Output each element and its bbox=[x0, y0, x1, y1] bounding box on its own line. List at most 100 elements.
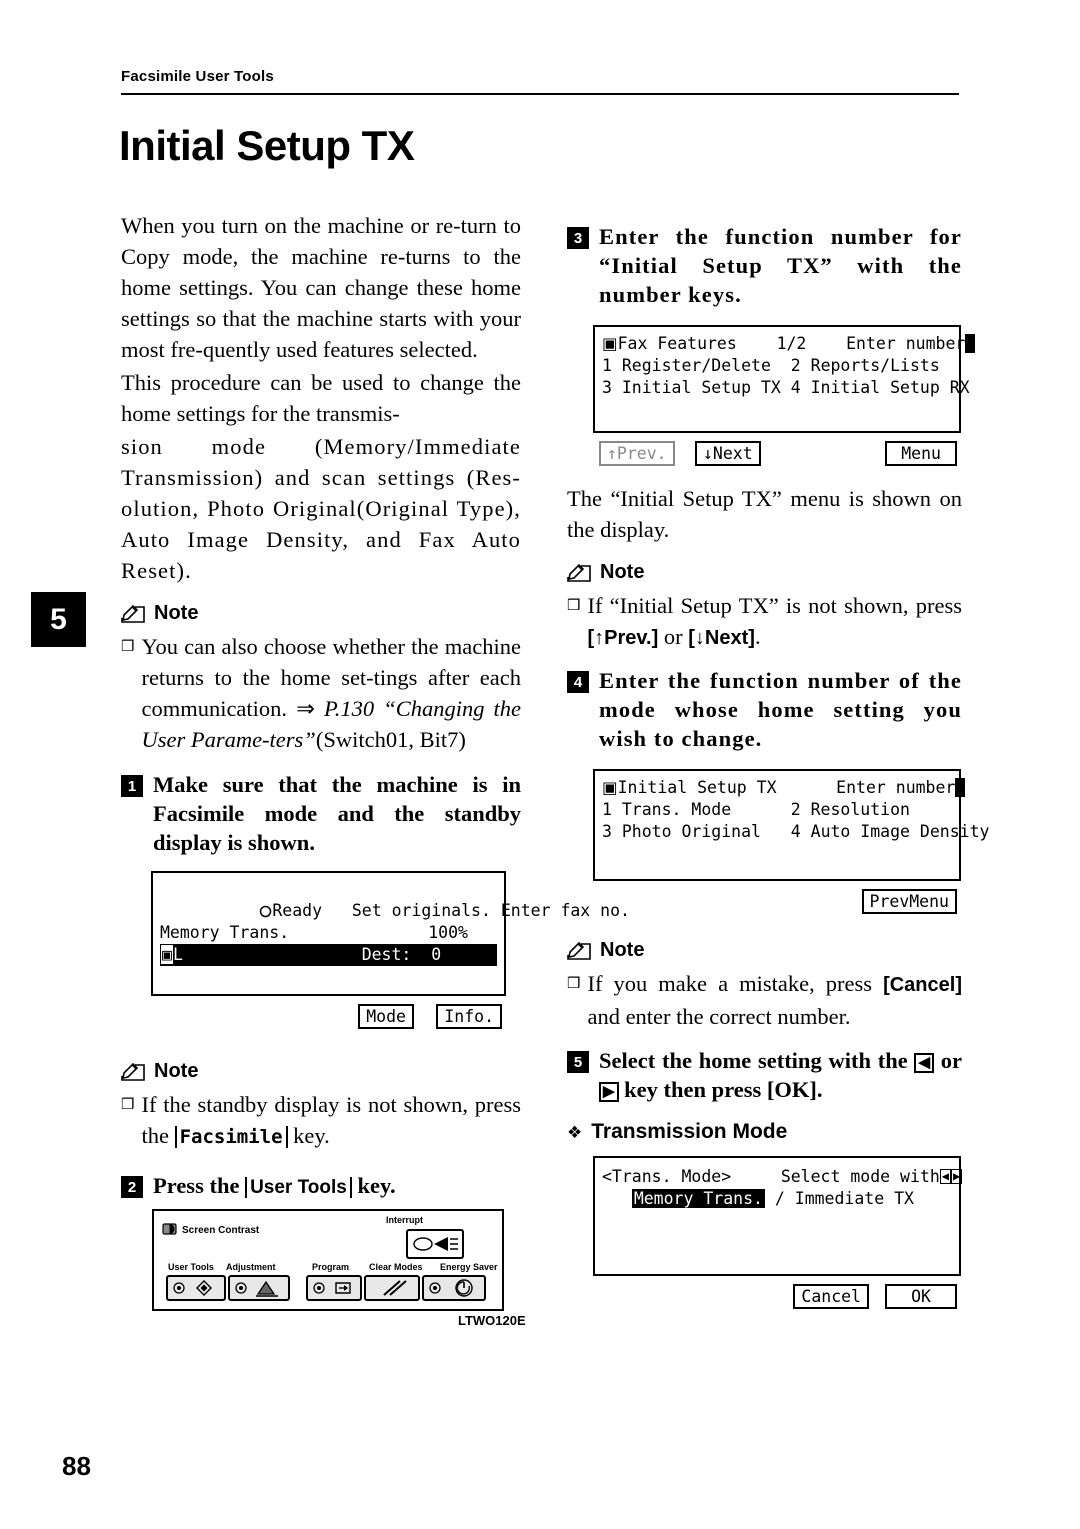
note-4-text-b: and enter the correct number. bbox=[587, 1004, 851, 1029]
right-column: 3 Enter the function number for “Initial… bbox=[567, 222, 989, 1312]
note-pencil-icon bbox=[121, 1062, 145, 1081]
facsimile-key[interactable]: Facsimile bbox=[174, 1126, 288, 1148]
lcd4-title-left: <Trans. Mode> bbox=[602, 1167, 732, 1186]
step-2-text-a: Press the bbox=[153, 1173, 246, 1198]
lcd2-row2-left[interactable]: 3 Initial Setup TX bbox=[602, 378, 781, 397]
lcd1-button-row: Mode Info. bbox=[151, 1004, 506, 1030]
note-2: ❒ If the standby display is not shown, p… bbox=[121, 1089, 521, 1153]
step-1-number: 1 bbox=[121, 775, 143, 797]
lcd2-row-2: 3 Initial Setup TX 4 Initial Setup RX bbox=[602, 377, 970, 399]
lcd1-dest: Dest: 0 bbox=[361, 945, 442, 964]
lcd-initial-setup-screen: ▣Initial Setup TX Enter number 1 Trans. … bbox=[593, 769, 989, 881]
lcd-fax-features-figure: ▣Fax Features 1/2 Enter number 1 Registe… bbox=[593, 325, 976, 469]
diamond-bullet-icon: ❖ bbox=[567, 1123, 583, 1143]
note-label: Note bbox=[154, 602, 199, 624]
note-bullet-icon: ❒ bbox=[567, 596, 581, 614]
lcd1-ready-label: Ready bbox=[272, 901, 323, 920]
lcd3-title-left: Initial Setup TX bbox=[617, 778, 777, 797]
note-bullet-icon: ❒ bbox=[567, 974, 581, 992]
lcd2-row-1: 1 Register/Delete 2 Reports/Lists bbox=[602, 355, 952, 377]
lcd3-prevmenu-button[interactable]: PrevMenu bbox=[861, 889, 957, 914]
energy-saver-key[interactable] bbox=[422, 1275, 486, 1301]
adjustment-label: Adjustment bbox=[226, 1262, 276, 1272]
lcd4-cancel-button[interactable]: Cancel bbox=[793, 1284, 869, 1309]
lcd2-row2-right[interactable]: 4 Initial Setup RX bbox=[791, 378, 970, 397]
transmission-mode-subhead: ❖ Transmission Mode bbox=[567, 1120, 962, 1144]
lcd4-other-option[interactable]: / Immediate TX bbox=[765, 1189, 914, 1208]
note-label: Note bbox=[154, 1060, 199, 1082]
prev-key-label: ↑Prev. bbox=[594, 627, 652, 649]
note-label: Note bbox=[600, 561, 645, 583]
lcd3-cursor bbox=[955, 778, 966, 797]
lcd1-line-4 bbox=[160, 966, 497, 988]
lcd4-right-arrow-icon: ▶ bbox=[951, 1169, 963, 1184]
lcd2-prev-button[interactable]: ↑Prev. bbox=[599, 441, 675, 466]
intro-paragraph-1: When you turn on the machine or re-turn … bbox=[121, 213, 521, 362]
lcd3-title-line: ▣Initial Setup TX Enter number bbox=[602, 777, 966, 799]
prev-key[interactable]: [↑Prev.] bbox=[587, 627, 658, 649]
control-panel-figure: Screen Contrast Interrupt User Tools Adj… bbox=[152, 1209, 504, 1311]
lcd4-selection-line: Memory Trans. / Immediate TX bbox=[602, 1188, 952, 1210]
lcd-trans-mode-screen: <Trans. Mode> Select mode with ◀ ▶ Memory … bbox=[593, 1156, 963, 1276]
after-lcd2-text: The “Initial Setup TX” menu is shown on … bbox=[567, 486, 962, 542]
document-page: Facsimile User Tools Initial Setup TX 5 … bbox=[0, 0, 1080, 1529]
lcd4-ok-button[interactable]: OK bbox=[885, 1284, 957, 1309]
next-key[interactable]: [↓Next] bbox=[688, 627, 755, 649]
user-tools-key[interactable]: User Tools bbox=[245, 1177, 352, 1198]
note-3: ❒ If “Initial Setup TX” is not shown, pr… bbox=[567, 590, 962, 654]
note-pencil-icon bbox=[121, 604, 145, 623]
lcd1-mode-button[interactable]: Mode bbox=[358, 1004, 414, 1029]
header-rule bbox=[121, 93, 959, 95]
lcd2-row1-right[interactable]: 2 Reports/Lists bbox=[791, 356, 940, 375]
left-arrow-key[interactable]: ◀ bbox=[914, 1053, 934, 1073]
lcd2-next-button[interactable]: ↓Next bbox=[695, 441, 761, 466]
note-2-text-b: key. bbox=[293, 1123, 330, 1148]
lcd3-button-row: PrevMenu bbox=[593, 889, 961, 917]
transmission-mode-label: Transmission Mode bbox=[591, 1120, 788, 1143]
lcd2-menu-button[interactable]: Menu bbox=[885, 441, 957, 466]
clear-modes-key[interactable] bbox=[364, 1275, 420, 1301]
lcd-standby-figure: Ready Set originals. Enter fax no. Memor… bbox=[151, 871, 630, 1030]
note-heading-3: Note bbox=[567, 561, 962, 584]
program-label: Program bbox=[312, 1262, 350, 1272]
lcd-initial-setup-figure: ▣Initial Setup TX Enter number 1 Trans. … bbox=[593, 769, 989, 917]
step-3-text: Enter the function number for “Initial S… bbox=[599, 224, 962, 307]
cancel-key[interactable]: [Cancel] bbox=[883, 974, 962, 996]
program-key[interactable] bbox=[306, 1275, 362, 1301]
lcd1-mode-label: Memory Trans. bbox=[160, 923, 290, 942]
step-1-text: Make sure that the machine is in Facsimi… bbox=[153, 772, 521, 855]
lcd3-title-icon: ▣ bbox=[602, 778, 618, 797]
lcd-trans-mode-figure: <Trans. Mode> Select mode with ◀ ▶ Memory … bbox=[593, 1156, 963, 1312]
lcd4-selected-option[interactable]: Memory Trans. bbox=[631, 1189, 765, 1208]
lcd3-row-2: 3 Photo Original 4 Auto Image Density bbox=[602, 821, 989, 843]
step-5: 5 Select the home setting with the ◀ or … bbox=[567, 1046, 962, 1104]
lcd4-button-row: Cancel OK bbox=[593, 1284, 961, 1312]
note-3-text-c: . bbox=[754, 624, 761, 649]
step-5-text: Select the home setting with the ◀ or ▶ … bbox=[599, 1046, 962, 1104]
step-5-text-b: or bbox=[934, 1048, 962, 1073]
lcd3-row2-left[interactable]: 3 Photo Original bbox=[602, 822, 761, 841]
step-3: 3 Enter the function number for “Initial… bbox=[567, 222, 962, 309]
user-tools-key[interactable] bbox=[166, 1275, 226, 1301]
lcd3-row1-left[interactable]: 1 Trans. Mode bbox=[602, 800, 731, 819]
step-2-text: Press the User Tools key. bbox=[153, 1171, 521, 1202]
interrupt-key[interactable] bbox=[406, 1229, 464, 1259]
left-column: When you turn on the machine or re-turn … bbox=[121, 210, 630, 1202]
note-heading-4: Note bbox=[567, 939, 962, 962]
lcd2-row1-left[interactable]: 1 Register/Delete bbox=[602, 356, 771, 375]
note-4-text-a: If you make a mistake, press bbox=[587, 971, 884, 996]
step-3-number: 3 bbox=[567, 227, 589, 249]
lcd4-blank-2 bbox=[602, 1232, 952, 1254]
step-2-text-b: key. bbox=[351, 1173, 396, 1198]
note-3-text: If “Initial Setup TX” is not shown, pres… bbox=[587, 590, 962, 654]
lcd1-percent: 100% bbox=[428, 923, 468, 942]
lcd3-row1-right[interactable]: 2 Resolution bbox=[791, 800, 910, 819]
lcd1-line-1: Ready Set originals. Enter fax no. bbox=[160, 878, 630, 922]
lcd2-page-indicator: 1/2 bbox=[776, 334, 807, 353]
lcd3-row2-right[interactable]: 4 Auto Image Density bbox=[791, 822, 990, 841]
note-4-text: If you make a mistake, press [Cancel] an… bbox=[587, 968, 962, 1032]
lcd1-info-button[interactable]: Info. bbox=[436, 1004, 502, 1029]
user-tools-label: User Tools bbox=[168, 1262, 214, 1272]
right-arrow-key[interactable]: ▶ bbox=[599, 1082, 619, 1102]
adjustment-key[interactable] bbox=[228, 1275, 290, 1301]
